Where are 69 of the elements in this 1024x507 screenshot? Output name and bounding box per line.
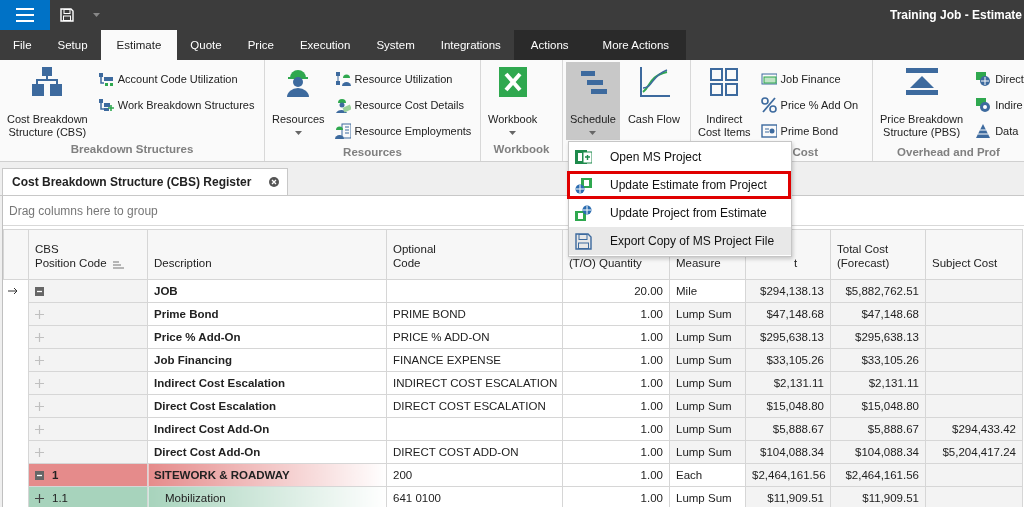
table-cell: $47,148.68 [766,308,824,320]
table-cell: 1.00 [640,423,663,435]
table-cell: 1.00 [640,400,663,412]
table-cell: $104,088.34 [760,446,824,458]
table-cell: Indirect Cost Escalation [154,377,285,389]
window-title: Training Job - Estimate [889,8,1023,22]
table-cell: 1.00 [640,492,663,504]
table-cell: Lump Sum [676,446,732,458]
table-cell: Lump Sum [676,354,732,366]
table-cell: 1.00 [640,331,663,343]
table-cell: $33,105.26 [766,354,824,366]
table-cell: $5,882,762.51 [845,285,919,297]
table-cell: Lump Sum [676,492,732,504]
table-cell: $104,088.34 [855,446,919,458]
group-panel-hint: Drag columns here to group [9,203,158,218]
group-label: Overhead and Prof [897,146,1000,158]
table-cell: INDIRECT COST ESCALATION [393,377,558,389]
table-cell: Direct Cost Add-On [154,446,261,458]
table-cell: 20.00 [634,285,663,297]
table-cell: $2,464,161.56 [845,469,919,481]
table-cell: $33,105.26 [861,354,919,366]
table-cell: $5,204,417.24 [942,446,1016,458]
table-cell: $2,131.11 [773,377,824,389]
table-cell: 200 [393,469,413,481]
table-cell: $11,909.51 [767,492,824,504]
table-cell: Lump Sum [676,400,732,412]
table-cell: 1.00 [640,354,663,366]
table-cell: JOB [154,285,178,297]
table-cell: FINANCE EXPENSE [393,354,501,366]
table-cell: PRIME BOND [393,308,466,320]
table-cell: Price % Add-On [154,331,241,343]
table-cell: Mobilization [165,492,226,504]
table-cell: Prime Bond [154,308,219,320]
table-cell: SITEWORK & ROADWAY [154,469,290,481]
table-cell: Indirect Cost Add-On [154,423,270,435]
table-cell: 1.00 [640,469,663,481]
table-cell: $295,638.13 [760,331,824,343]
table-cell: Job Financing [154,354,232,366]
table-cell: $294,433.42 [952,423,1016,435]
table-cell: $47,148.68 [861,308,919,320]
table-cell: Each [676,469,703,481]
group-label: Workbook [493,143,550,155]
table-cell: $294,138.13 [760,285,824,297]
table-cell: 1.00 [640,377,663,389]
table-cell: Lump Sum [676,308,732,320]
table-cell: $5,888.67 [867,423,919,435]
table-cell: DIRECT COST ADD-ON [393,446,519,458]
table-cell: Mile [676,285,698,297]
table-cell: Lump Sum [676,377,732,389]
table-cell: 1 [52,469,59,481]
table-cell: $15,048.80 [766,400,824,412]
table-cell: Lump Sum [676,423,732,435]
table-cell: $15,048.80 [861,400,919,412]
table-cell: $11,909.51 [862,492,919,504]
table-cell: $5,888.67 [772,423,824,435]
table-cell: $2,131.11 [868,377,919,389]
group-label: Breakdown Structures [70,143,194,155]
table-cell: 641 0100 [393,492,441,504]
group-label: Cost [792,146,818,158]
table-cell: Lump Sum [676,331,732,343]
table-cell: $295,638.13 [855,331,919,343]
table-cell: Direct Cost Escalation [154,400,277,412]
table-cell: PRICE % ADD-ON [393,331,490,343]
table-cell: 1.00 [640,308,663,320]
table-cell: 1.00 [640,446,663,458]
table-cell: $2,464,161.56 [752,469,826,481]
table-cell: DIRECT COST ESCALATION [393,400,546,412]
table-cell: 1.1 [52,492,68,504]
group-label: Resources [343,146,402,158]
